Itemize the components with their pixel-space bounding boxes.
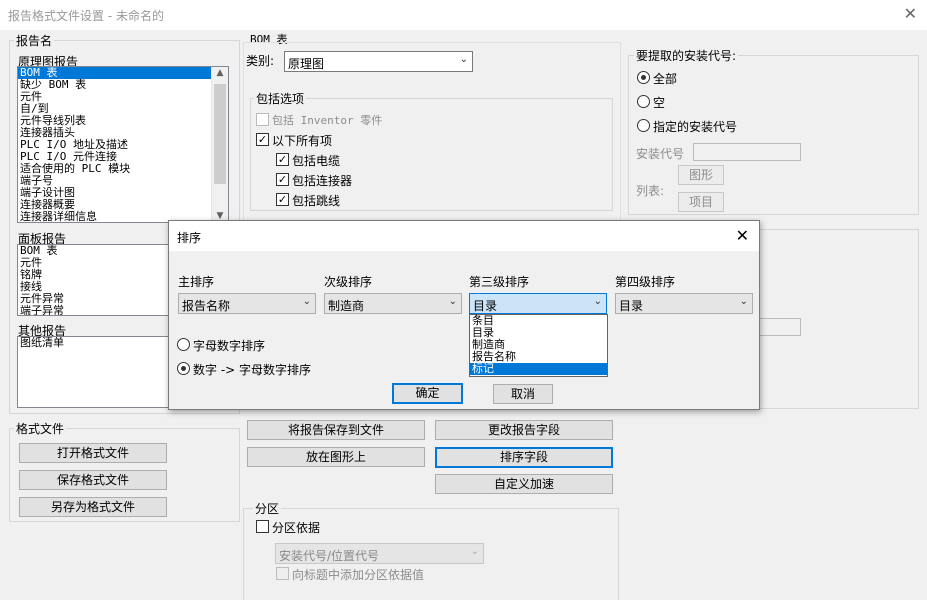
chevron-down-icon: ⌄ [302, 296, 311, 307]
sort-dialog: 排序 ✕ 主排序 报告名称 ⌄ 次级排序 制造商 ⌄ 第三级排序 目录 ⌄ 第四… [168, 220, 760, 410]
primary-sort-value: 报告名称 [182, 299, 231, 313]
third-sort-dropdown[interactable]: 条目 目录 制造商 报告名称 标记 [469, 314, 608, 377]
category-combo[interactable]: 原理图 ⌄ [284, 51, 473, 72]
secondary-sort-label: 次级排序 [324, 275, 373, 289]
partition-combo-value: 安装代号/位置代号 [279, 549, 380, 563]
jumpers-checkbox[interactable]: ✓ [276, 193, 289, 206]
jumpers-label: 包括跳线 [292, 194, 341, 208]
chevron-down-icon: ⌄ [593, 296, 602, 307]
numeric-alpha-label: 数字 -> 字母数字排序 [193, 363, 312, 377]
include-options-label: 包括选项 [254, 90, 307, 107]
chevron-down-icon: ⌄ [448, 296, 457, 307]
all-below-label: 以下所有项 [272, 134, 333, 148]
category-value: 原理图 [288, 57, 325, 71]
open-format-button[interactable]: 打开格式文件 [19, 443, 167, 463]
add-to-title-checkbox[interactable] [276, 567, 289, 580]
install-drawing-button[interactable]: 图形 [678, 165, 724, 185]
secondary-sort-value: 制造商 [328, 299, 365, 313]
chevron-down-icon: ⌄ [459, 54, 468, 65]
cables-label: 包括电缆 [292, 154, 341, 168]
alpha-numeric-label: 字母数字排序 [193, 339, 266, 353]
install-empty-radio[interactable] [637, 95, 650, 108]
install-all-label: 全部 [653, 72, 678, 86]
close-icon[interactable]: ✕ [736, 226, 749, 245]
inventor-label: 包括 Inventor 零件 [272, 114, 383, 127]
sort-dialog-title: 排序 [177, 231, 202, 245]
schematic-report-item[interactable]: 缺少 BOM 表 [18, 79, 228, 91]
partition-by-label: 分区依据 [272, 521, 321, 535]
close-icon[interactable]: ✕ [904, 4, 917, 23]
save-report-button[interactable]: 将报告保存到文件 [247, 420, 425, 440]
third-sort-option[interactable]: 标记 [470, 363, 607, 375]
install-specified-radio[interactable] [637, 119, 650, 132]
save-as-format-button[interactable]: 另存为格式文件 [19, 497, 167, 517]
schematic-report-list[interactable]: BOM 表缺少 BOM 表元件 自/到 元件导线列表 连接器插头 PLC I/O 地址及… [17, 66, 229, 223]
alpha-numeric-radio[interactable] [177, 338, 190, 351]
primary-sort-label: 主排序 [178, 275, 215, 289]
put-on-drawing-button[interactable]: 放在图形上 [247, 447, 425, 467]
all-below-checkbox[interactable]: ✓ [256, 133, 269, 146]
category-label: 类别: [246, 54, 275, 68]
scroll-up-icon[interactable]: ▲ [212, 68, 228, 78]
install-code-field[interactable] [693, 143, 801, 161]
install-code-label: 安装代号 [636, 147, 685, 161]
schematic-list-scrollbar[interactable]: ▲ ▼ [211, 67, 228, 222]
numeric-alpha-radio[interactable] [177, 362, 190, 375]
schematic-report-item[interactable]: 元件 [18, 91, 228, 103]
fourth-sort-value: 目录 [619, 299, 644, 313]
cables-checkbox[interactable]: ✓ [276, 153, 289, 166]
install-all-radio[interactable] [637, 71, 650, 84]
fourth-sort-combo[interactable]: 目录 ⌄ [615, 293, 753, 314]
install-project-button[interactable]: 项目 [678, 192, 724, 212]
install-specified-label: 指定的安装代号 [653, 120, 738, 134]
third-sort-label: 第三级排序 [469, 275, 530, 289]
window-title: 报告格式文件设置 - 未命名的 [8, 9, 164, 23]
change-fields-button[interactable]: 更改报告字段 [435, 420, 613, 440]
add-to-title-label: 向标题中添加分区依据值 [292, 568, 425, 582]
connectors-label: 包括连接器 [292, 174, 353, 188]
ok-button[interactable]: 确定 [392, 383, 463, 404]
secondary-sort-combo[interactable]: 制造商 ⌄ [324, 293, 462, 314]
inventor-checkbox[interactable] [256, 113, 269, 126]
partition-group-label: 分区 [253, 500, 282, 517]
partition-combo[interactable]: 安装代号/位置代号 ⌄ [275, 543, 484, 564]
install-list-label: 列表: [636, 184, 665, 198]
fourth-sort-label: 第四级排序 [615, 275, 676, 289]
chevron-down-icon: ⌄ [739, 296, 748, 307]
scroll-thumb[interactable] [214, 84, 226, 184]
primary-sort-combo[interactable]: 报告名称 ⌄ [178, 293, 316, 314]
sort-dialog-titlebar: 排序 ✕ [169, 221, 759, 251]
install-code-group-label: 要提取的安装代号: [634, 47, 739, 64]
custom-plugin-button[interactable]: 自定义加速 [435, 474, 613, 494]
save-format-button[interactable]: 保存格式文件 [19, 470, 167, 490]
report-name-group-label: 报告名 [14, 32, 55, 49]
format-file-group-label: 格式文件 [14, 420, 67, 437]
third-sort-value: 目录 [473, 299, 498, 313]
partition-by-checkbox[interactable] [256, 520, 269, 533]
chevron-down-icon: ⌄ [470, 546, 479, 557]
location-code-field[interactable] [758, 318, 801, 336]
cancel-button[interactable]: 取消 [493, 384, 553, 404]
sort-fields-button[interactable]: 排序字段 [435, 447, 613, 468]
connectors-checkbox[interactable]: ✓ [276, 173, 289, 186]
install-empty-label: 空 [653, 96, 666, 110]
window-titlebar: 报告格式文件设置 - 未命名的 ✕ [0, 0, 927, 30]
third-sort-combo[interactable]: 目录 ⌄ [469, 293, 607, 314]
